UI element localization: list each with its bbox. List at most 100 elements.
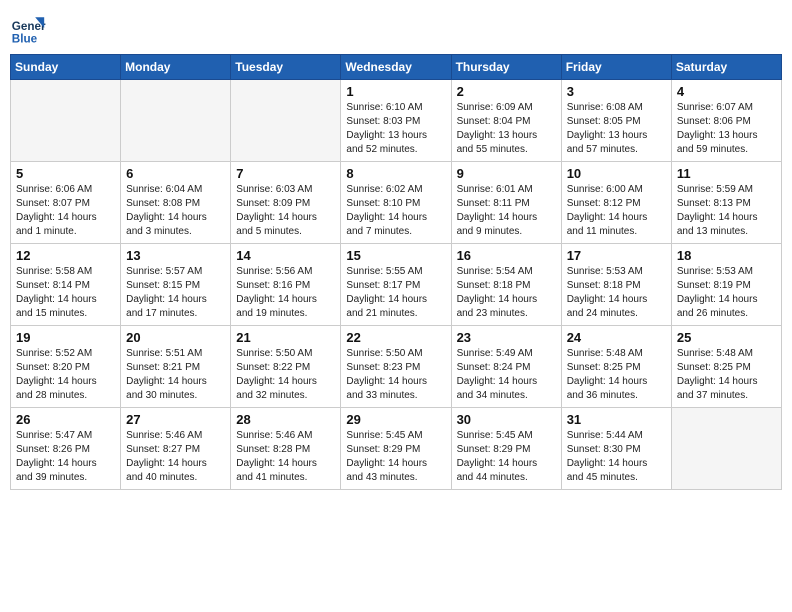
calendar-cell: 24 Sunrise: 5:48 AMSunset: 8:25 PMDayligh… xyxy=(561,326,671,408)
day-info: Sunrise: 5:45 AMSunset: 8:29 PMDaylight:… xyxy=(346,429,445,485)
day-info: Sunrise: 5:49 AMSunset: 8:24 PMDaylight:… xyxy=(457,347,556,403)
calendar-cell: 9 Sunrise: 6:01 AMSunset: 8:11 PMDaylight… xyxy=(451,162,561,244)
day-info: Sunrise: 5:47 AMSunset: 8:26 PMDaylight:… xyxy=(16,429,115,485)
day-number: 5 xyxy=(16,166,115,181)
day-info: Sunrise: 6:07 AMSunset: 8:06 PMDaylight:… xyxy=(677,101,776,157)
day-number: 25 xyxy=(677,330,776,345)
calendar-cell: 15 Sunrise: 5:55 AMSunset: 8:17 PMDayligh… xyxy=(341,244,451,326)
day-info: Sunrise: 5:50 AMSunset: 8:22 PMDaylight:… xyxy=(236,347,335,403)
calendar-cell xyxy=(121,80,231,162)
day-header-thursday: Thursday xyxy=(451,55,561,80)
day-number: 20 xyxy=(126,330,225,345)
day-info: Sunrise: 6:06 AMSunset: 8:07 PMDaylight:… xyxy=(16,183,115,239)
week-row-5: 26Sunrise: 5:47 AMSunset: 8:26 PMDayligh… xyxy=(11,408,782,490)
calendar-cell xyxy=(11,80,121,162)
day-header-monday: Monday xyxy=(121,55,231,80)
day-info: Sunrise: 5:58 AMSunset: 8:14 PMDaylight:… xyxy=(16,265,115,321)
calendar-cell: 8 Sunrise: 6:02 AMSunset: 8:10 PMDaylight… xyxy=(341,162,451,244)
day-number: 31 xyxy=(567,412,666,427)
day-info: Sunrise: 5:50 AMSunset: 8:23 PMDaylight:… xyxy=(346,347,445,403)
calendar-cell: 4 Sunrise: 6:07 AMSunset: 8:06 PMDaylight… xyxy=(671,80,781,162)
calendar-cell: 26Sunrise: 5:47 AMSunset: 8:26 PMDayligh… xyxy=(11,408,121,490)
day-info: Sunrise: 6:02 AMSunset: 8:10 PMDaylight:… xyxy=(346,183,445,239)
day-info: Sunrise: 6:00 AMSunset: 8:12 PMDaylight:… xyxy=(567,183,666,239)
day-number: 11 xyxy=(677,166,776,181)
day-number: 22 xyxy=(346,330,445,345)
calendar-cell: 28 Sunrise: 5:46 AMSunset: 8:28 PMDayligh… xyxy=(231,408,341,490)
day-info: Sunrise: 6:03 AMSunset: 8:09 PMDaylight:… xyxy=(236,183,335,239)
day-info: Sunrise: 5:46 AMSunset: 8:28 PMDaylight:… xyxy=(236,429,335,485)
day-number: 27 xyxy=(126,412,225,427)
day-header-sunday: Sunday xyxy=(11,55,121,80)
day-number: 8 xyxy=(346,166,445,181)
logo: General Blue xyxy=(10,10,46,46)
calendar-table: SundayMondayTuesdayWednesdayThursdayFrid… xyxy=(10,54,782,490)
calendar-cell: 13 Sunrise: 5:57 AMSunset: 8:15 PMDayligh… xyxy=(121,244,231,326)
calendar-cell: 17 Sunrise: 5:53 AMSunset: 8:18 PMDayligh… xyxy=(561,244,671,326)
day-info: Sunrise: 5:46 AMSunset: 8:27 PMDaylight:… xyxy=(126,429,225,485)
day-number: 23 xyxy=(457,330,556,345)
day-number: 3 xyxy=(567,84,666,99)
day-info: Sunrise: 5:52 AMSunset: 8:20 PMDaylight:… xyxy=(16,347,115,403)
day-number: 12 xyxy=(16,248,115,263)
week-row-4: 19 Sunrise: 5:52 AMSunset: 8:20 PMDayligh… xyxy=(11,326,782,408)
calendar-header-row: SundayMondayTuesdayWednesdayThursdayFrid… xyxy=(11,55,782,80)
calendar-cell: 1Sunrise: 6:10 AMSunset: 8:03 PMDaylight… xyxy=(341,80,451,162)
day-number: 21 xyxy=(236,330,335,345)
logo-icon: General Blue xyxy=(10,10,46,46)
week-row-2: 5 Sunrise: 6:06 AMSunset: 8:07 PMDaylight… xyxy=(11,162,782,244)
day-number: 4 xyxy=(677,84,776,99)
day-info: Sunrise: 6:04 AMSunset: 8:08 PMDaylight:… xyxy=(126,183,225,239)
day-number: 17 xyxy=(567,248,666,263)
day-info: Sunrise: 6:01 AMSunset: 8:11 PMDaylight:… xyxy=(457,183,556,239)
day-info: Sunrise: 5:45 AMSunset: 8:29 PMDaylight:… xyxy=(457,429,556,485)
calendar-cell: 27 Sunrise: 5:46 AMSunset: 8:27 PMDayligh… xyxy=(121,408,231,490)
calendar-cell: 30Sunrise: 5:45 AMSunset: 8:29 PMDayligh… xyxy=(451,408,561,490)
calendar-cell: 12 Sunrise: 5:58 AMSunset: 8:14 PMDayligh… xyxy=(11,244,121,326)
calendar-cell: 29 Sunrise: 5:45 AMSunset: 8:29 PMDayligh… xyxy=(341,408,451,490)
day-info: Sunrise: 5:51 AMSunset: 8:21 PMDaylight:… xyxy=(126,347,225,403)
day-number: 29 xyxy=(346,412,445,427)
day-info: Sunrise: 5:48 AMSunset: 8:25 PMDaylight:… xyxy=(567,347,666,403)
day-info: Sunrise: 5:55 AMSunset: 8:17 PMDaylight:… xyxy=(346,265,445,321)
calendar-cell: 14Sunrise: 5:56 AMSunset: 8:16 PMDayligh… xyxy=(231,244,341,326)
calendar-cell: 22 Sunrise: 5:50 AMSunset: 8:23 PMDayligh… xyxy=(341,326,451,408)
day-number: 9 xyxy=(457,166,556,181)
day-info: Sunrise: 5:48 AMSunset: 8:25 PMDaylight:… xyxy=(677,347,776,403)
calendar-cell: 5 Sunrise: 6:06 AMSunset: 8:07 PMDaylight… xyxy=(11,162,121,244)
day-header-wednesday: Wednesday xyxy=(341,55,451,80)
calendar-cell: 11Sunrise: 5:59 AMSunset: 8:13 PMDayligh… xyxy=(671,162,781,244)
calendar-cell xyxy=(231,80,341,162)
day-number: 24 xyxy=(567,330,666,345)
calendar-cell: 3Sunrise: 6:08 AMSunset: 8:05 PMDaylight… xyxy=(561,80,671,162)
calendar-cell xyxy=(671,408,781,490)
day-number: 19 xyxy=(16,330,115,345)
day-number: 7 xyxy=(236,166,335,181)
day-info: Sunrise: 5:53 AMSunset: 8:18 PMDaylight:… xyxy=(567,265,666,321)
day-info: Sunrise: 5:57 AMSunset: 8:15 PMDaylight:… xyxy=(126,265,225,321)
day-number: 28 xyxy=(236,412,335,427)
page-header: General Blue xyxy=(10,10,782,46)
day-header-tuesday: Tuesday xyxy=(231,55,341,80)
day-info: Sunrise: 5:44 AMSunset: 8:30 PMDaylight:… xyxy=(567,429,666,485)
day-info: Sunrise: 5:54 AMSunset: 8:18 PMDaylight:… xyxy=(457,265,556,321)
calendar-cell: 25 Sunrise: 5:48 AMSunset: 8:25 PMDayligh… xyxy=(671,326,781,408)
calendar-cell: 6 Sunrise: 6:04 AMSunset: 8:08 PMDaylight… xyxy=(121,162,231,244)
day-info: Sunrise: 6:10 AMSunset: 8:03 PMDaylight:… xyxy=(346,101,445,157)
calendar-cell: 7 Sunrise: 6:03 AMSunset: 8:09 PMDaylight… xyxy=(231,162,341,244)
day-number: 16 xyxy=(457,248,556,263)
calendar-cell: 16 Sunrise: 5:54 AMSunset: 8:18 PMDayligh… xyxy=(451,244,561,326)
day-number: 18 xyxy=(677,248,776,263)
day-number: 13 xyxy=(126,248,225,263)
calendar-cell: 23 Sunrise: 5:49 AMSunset: 8:24 PMDayligh… xyxy=(451,326,561,408)
day-info: Sunrise: 6:09 AMSunset: 8:04 PMDaylight:… xyxy=(457,101,556,157)
calendar-cell: 31 Sunrise: 5:44 AMSunset: 8:30 PMDayligh… xyxy=(561,408,671,490)
day-info: Sunrise: 5:56 AMSunset: 8:16 PMDaylight:… xyxy=(236,265,335,321)
day-info: Sunrise: 5:53 AMSunset: 8:19 PMDaylight:… xyxy=(677,265,776,321)
calendar-cell: 19 Sunrise: 5:52 AMSunset: 8:20 PMDayligh… xyxy=(11,326,121,408)
day-number: 6 xyxy=(126,166,225,181)
calendar-cell: 10Sunrise: 6:00 AMSunset: 8:12 PMDayligh… xyxy=(561,162,671,244)
svg-text:Blue: Blue xyxy=(12,32,38,45)
calendar-cell: 18 Sunrise: 5:53 AMSunset: 8:19 PMDayligh… xyxy=(671,244,781,326)
day-number: 15 xyxy=(346,248,445,263)
